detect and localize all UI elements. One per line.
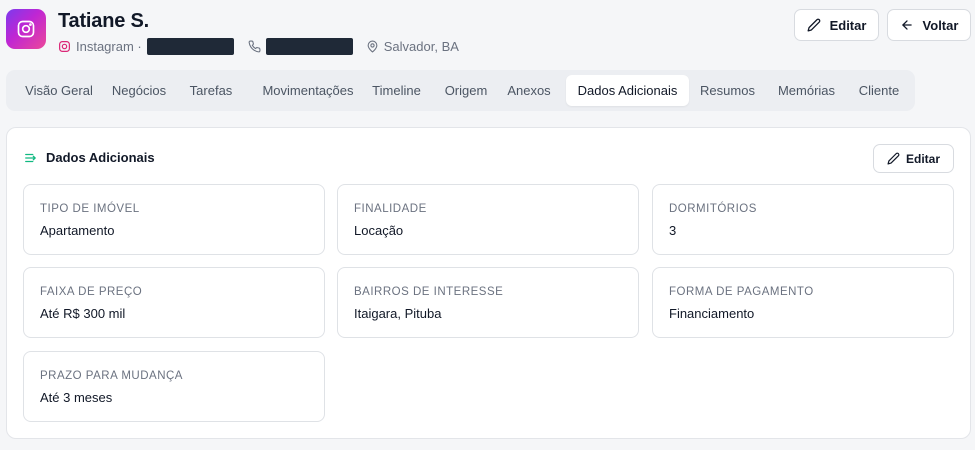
- edit-additional-data-button[interactable]: Editar: [873, 144, 954, 173]
- back-label: Voltar: [922, 17, 959, 33]
- contact-meta: Instagram · Salvador, BA: [58, 37, 459, 55]
- pencil-icon: [887, 152, 900, 165]
- field-value: 3: [669, 223, 677, 238]
- field-value: Até R$ 300 mil: [40, 306, 126, 321]
- back-button[interactable]: Voltar: [887, 9, 971, 41]
- redacted-email: [146, 37, 234, 55]
- tab-timeline[interactable]: Timeline: [363, 75, 430, 106]
- field-label: Prazo para Mudança: [40, 370, 183, 382]
- panel-title-text: Dados Adicionais: [46, 150, 155, 165]
- list-arrow-icon: [24, 151, 38, 165]
- tab-cliente[interactable]: Cliente: [849, 75, 909, 106]
- phone-icon: [248, 40, 261, 53]
- contact-location: Salvador, BA: [383, 38, 459, 54]
- field-label: Finalidade: [354, 203, 427, 215]
- edit-contact-button[interactable]: Editar: [794, 9, 879, 41]
- field-card-faixa-preco: Faixa de Preço Até R$ 300 mil: [23, 267, 325, 338]
- field-card-finalidade: Finalidade Locação: [337, 184, 639, 255]
- field-label: Forma de Pagamento: [669, 286, 814, 298]
- tab-tarefas[interactable]: Tarefas: [179, 75, 243, 106]
- contact-name: Tatiane S.: [58, 10, 149, 32]
- tab-dados-adicionais[interactable]: Dados Adicionais: [566, 75, 689, 106]
- edit-additional-data-label: Editar: [905, 151, 940, 166]
- instagram-icon: [16, 19, 36, 39]
- field-card-dormitorios: Dormitórios 3: [652, 184, 954, 255]
- contact-source: Instagram ·: [76, 38, 142, 54]
- tab-visao-geral[interactable]: Visão Geral: [12, 75, 106, 106]
- tab-movimentacoes[interactable]: Movimentações: [246, 75, 370, 106]
- contact-avatar: [6, 9, 46, 49]
- contact-header: Tatiane S. Instagram · Salvador, BA Edit…: [0, 0, 975, 66]
- instagram-icon: [58, 40, 71, 53]
- field-value: Apartamento: [40, 223, 115, 238]
- pencil-icon: [807, 18, 821, 32]
- tab-negocios[interactable]: Negócios: [106, 75, 172, 106]
- tab-memorias[interactable]: Memórias: [766, 75, 847, 106]
- field-label: Bairros de Interesse: [354, 286, 504, 298]
- field-card-prazo-mudanca: Prazo para Mudança Até 3 meses: [23, 351, 325, 422]
- field-card-tipo-imovel: Tipo de Imóvel Apartamento: [23, 184, 325, 255]
- tab-origem[interactable]: Origem: [435, 75, 497, 106]
- field-card-forma-pagamento: Forma de Pagamento Financiamento: [652, 267, 954, 338]
- map-pin-icon: [366, 40, 379, 53]
- arrow-left-icon: [900, 18, 914, 32]
- redacted-phone: [265, 37, 353, 55]
- field-value: Até 3 meses: [40, 390, 113, 405]
- field-label: Tipo de Imóvel: [40, 203, 140, 215]
- field-value: Locação: [354, 223, 404, 238]
- field-value: Financiamento: [669, 306, 755, 321]
- field-card-bairros: Bairros de Interesse Itaigara, Pituba: [337, 267, 639, 338]
- panel-title: Dados Adicionais: [24, 150, 155, 165]
- edit-contact-label: Editar: [829, 17, 867, 33]
- field-label: Dormitórios: [669, 203, 757, 215]
- tab-resumos[interactable]: Resumos: [691, 75, 764, 106]
- tab-bar: Visão Geral Negócios Tarefas Movimentaçõ…: [6, 70, 915, 111]
- tab-anexos[interactable]: Anexos: [500, 75, 558, 106]
- field-label: Faixa de Preço: [40, 286, 143, 298]
- field-value: Itaigara, Pituba: [354, 306, 442, 321]
- additional-data-panel: Dados Adicionais Editar Tipo de Imóvel A…: [6, 127, 971, 439]
